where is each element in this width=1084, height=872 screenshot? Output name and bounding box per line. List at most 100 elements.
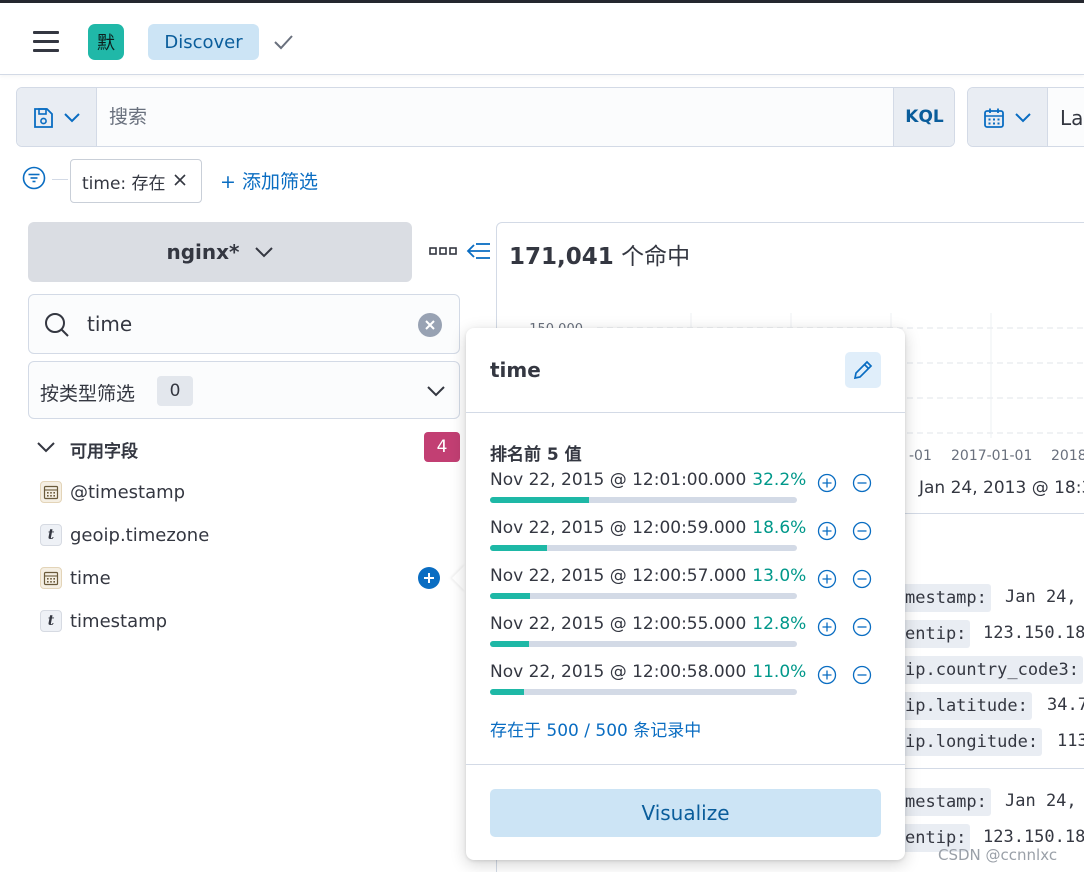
top-value-progress (490, 497, 797, 503)
filter-for-value-icon[interactable] (817, 521, 837, 541)
filter-out-value-icon[interactable] (852, 569, 872, 589)
top-value-progress-fill (490, 593, 530, 599)
chevron-down-icon (254, 247, 273, 258)
top-value-progress (490, 689, 797, 695)
top-value-progress-fill (490, 497, 589, 503)
top-values-title: 排名前 5 值 (490, 445, 582, 465)
chevron-down-icon (427, 386, 445, 397)
menu-icon[interactable] (33, 31, 59, 53)
top-value-progress-fill (490, 641, 530, 647)
index-pattern-picker[interactable]: nginx* (28, 222, 412, 282)
date-picker: La (967, 87, 1084, 147)
filter-pill-label: time: 存在 (82, 173, 166, 194)
field-item-time[interactable]: time (40, 563, 111, 593)
doc-field-key[interactable]: mestamp: (901, 788, 991, 816)
space-avatar[interactable]: 默 (88, 24, 124, 60)
top-value-progress (490, 593, 797, 599)
field-name: @timestamp (70, 481, 186, 503)
field-item-geoip-timezone[interactable]: t geoip.timezone (40, 520, 209, 550)
filter-out-value-icon[interactable] (852, 665, 872, 685)
doc-field-value: 113 (1057, 731, 1084, 751)
collapse-sidebar-icon[interactable] (466, 240, 492, 262)
hit-count: 171,041 个命中 (509, 237, 690, 271)
top-value-text: Nov 22, 2015 @ 12:00:57.000 (490, 566, 747, 586)
top-value-label: Nov 22, 2015 @ 12:00:58.000 11.0% (490, 662, 806, 682)
quick-menu-button[interactable] (968, 88, 1048, 146)
doc-field-key[interactable]: ip.longitude: (901, 728, 1043, 756)
top-value-row: Nov 22, 2015 @ 12:01:00.000 32.2% (490, 470, 885, 510)
edit-field-button[interactable] (845, 352, 881, 388)
hit-number: 171,041 (509, 244, 614, 270)
filter-out-value-icon[interactable] (852, 617, 872, 637)
query-bar: KQL (16, 87, 955, 147)
calendar-icon (40, 481, 62, 503)
filter-icon[interactable] (22, 166, 46, 190)
field-item-timestamp-date[interactable]: @timestamp (40, 477, 185, 507)
doc-field-key[interactable]: ip.country_code3: (901, 656, 1083, 684)
filter-pill-time-exists[interactable]: time: 存在 (70, 159, 202, 203)
top-value-text: Nov 22, 2015 @ 12:00:55.000 (490, 614, 747, 634)
top-value-text: Nov 22, 2015 @ 12:00:59.000 (490, 518, 747, 538)
field-item-timestamp-string[interactable]: t timestamp (40, 606, 167, 636)
field-search-input[interactable] (87, 307, 417, 341)
x-tick-label: -01 (909, 448, 932, 464)
calendar-icon (40, 567, 62, 589)
calendar-icon (984, 108, 1004, 128)
field-name: timestamp (70, 610, 168, 632)
visualize-button[interactable]: Visualize (490, 789, 881, 837)
clear-search-icon[interactable] (418, 313, 442, 337)
check-icon (274, 35, 293, 50)
top-value-progress-fill (490, 689, 524, 695)
doc-field-value: 123.150.18 (983, 623, 1084, 643)
available-fields-title[interactable]: 可用字段 (70, 437, 138, 462)
filter-divider (52, 179, 68, 180)
filter-for-value-icon[interactable] (817, 665, 837, 685)
top-value-percent: 32.2% (752, 470, 807, 490)
x-tick-label: 2017-01-01 (951, 448, 1032, 464)
field-name: time (70, 567, 111, 589)
doc-field-key[interactable]: mestamp: (901, 584, 991, 612)
add-filter-button[interactable]: + 添加筛选 (220, 167, 318, 194)
top-value-label: Nov 22, 2015 @ 12:00:55.000 12.8% (490, 614, 806, 634)
search-icon (45, 313, 69, 337)
filter-for-value-icon[interactable] (817, 473, 837, 493)
type-filter-count: 0 (157, 376, 193, 406)
type-filter-label: 按类型筛选 (40, 383, 136, 405)
available-fields-count: 4 (424, 432, 460, 462)
doc-field-value: 123.150.18 (983, 827, 1084, 847)
filter-for-value-icon[interactable] (817, 617, 837, 637)
filter-out-value-icon[interactable] (852, 521, 872, 541)
date-range-text[interactable]: La (1060, 106, 1083, 130)
watermark: CSDN @ccnnlxc (938, 846, 1058, 864)
hit-suffix: 个命中 (613, 244, 691, 270)
doc-field-key[interactable]: ip.latitude: (901, 692, 1032, 720)
type-filter-dropdown[interactable]: 按类型筛选 0 (28, 361, 460, 419)
breadcrumb-discover[interactable]: Discover (148, 24, 259, 60)
chevron-down-icon[interactable] (36, 440, 56, 454)
top-value-percent: 13.0% (752, 566, 807, 586)
more-options-icon[interactable] (429, 244, 457, 258)
top-value-percent: 12.8% (752, 614, 807, 634)
filter-for-value-icon[interactable] (817, 569, 837, 589)
top-value-label: Nov 22, 2015 @ 12:00:59.000 18.6% (490, 518, 806, 538)
add-field-plus-icon[interactable] (418, 567, 440, 589)
top-value-progress-fill (490, 545, 548, 551)
doc-field-value: Jan 24, (1005, 791, 1077, 811)
divider (466, 764, 905, 765)
field-details-popover: time 排名前 5 值 Nov 22, 2015 @ 12:01:00.000… (466, 328, 905, 860)
index-pattern-name: nginx* (166, 240, 240, 264)
query-language-button[interactable]: KQL (893, 88, 954, 146)
popover-title: time (490, 358, 541, 382)
close-icon[interactable] (170, 170, 190, 190)
search-input[interactable] (97, 88, 893, 146)
saved-query-button[interactable] (17, 88, 97, 146)
doc-field-key[interactable]: entip: (901, 620, 971, 648)
divider (466, 412, 905, 413)
chevron-down-icon (64, 113, 80, 123)
top-value-label: Nov 22, 2015 @ 12:00:57.000 13.0% (490, 566, 806, 586)
records-exist-text: 存在于 500 / 500 条记录中 (490, 721, 702, 741)
top-value-row: Nov 22, 2015 @ 12:00:55.000 12.8% (490, 614, 885, 654)
filter-out-value-icon[interactable] (852, 473, 872, 493)
top-value-percent: 11.0% (752, 662, 807, 682)
top-value-label: Nov 22, 2015 @ 12:01:00.000 32.2% (490, 470, 806, 490)
